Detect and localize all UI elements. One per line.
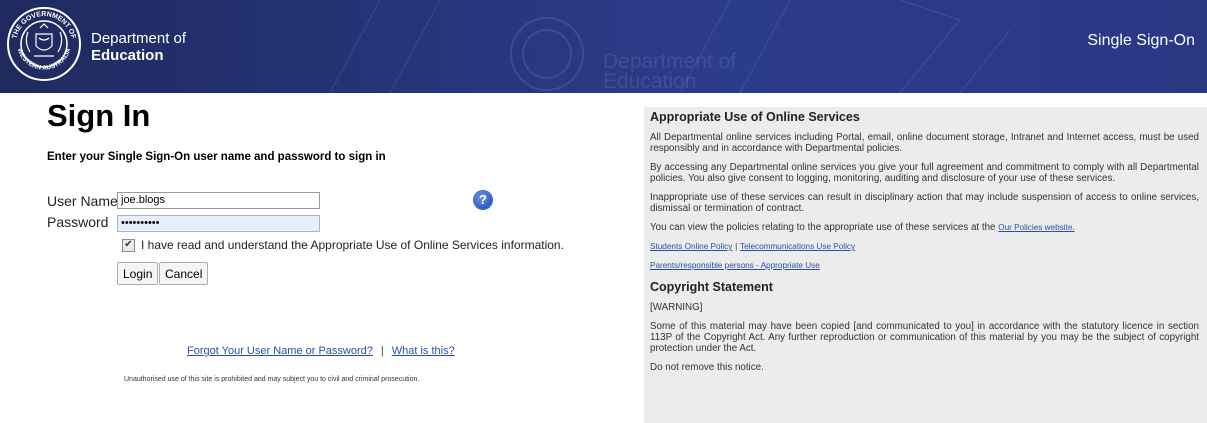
cancel-button[interactable]: Cancel [159,262,209,285]
header-watermark-text: Department of Education [603,50,737,93]
students-online-policy-link[interactable]: Students Online Policy [650,242,732,251]
parents-appropriate-use-link[interactable]: Parents/responsible persons - Appropriat… [650,261,820,270]
do-not-remove-notice: Do not remove this notice. [650,362,764,373]
policy-heading: Appropriate Use of Online Services [650,110,860,124]
svg-text:WESTERN AUSTRALIA: WESTERN AUSTRALIA [16,47,73,72]
what-is-this-link[interactable]: What is this? [392,345,455,357]
copyright-warning: [WARNING] [650,302,703,313]
watermark-crest-icon [510,17,584,91]
department-name-line2: Education [91,47,164,64]
our-policies-link[interactable]: Our Policies website. [998,223,1074,232]
parents-link-row: Parents/responsible persons - Appropriat… [650,260,1199,271]
policy-paragraph-3: Inappropriate use of these services can … [650,192,1199,214]
site-header: Department of Education THE GOVERNMENT O… [0,0,1207,93]
login-button[interactable]: Login [117,262,159,285]
link-separator: | [380,345,384,357]
legal-notice: Unauthorised use of this site is prohibi… [124,376,420,383]
page-title: Sign In [47,98,151,133]
copyright-text: Some of this material may have been copi… [650,321,1199,354]
username-field[interactable] [117,192,320,209]
forgot-credentials-link[interactable]: Forgot Your User Name or Password? [187,345,373,357]
policy-paragraph-2: By accessing any Departmental online ser… [650,162,1199,184]
policy-paragraph-4: You can view the policies relating to th… [650,222,1075,233]
policy-paragraph-1: All Departmental online services includi… [650,132,1199,154]
wa-government-crest-icon: THE GOVERNMENT OF WESTERN AUSTRALIA [7,7,81,81]
app-name: Single Sign-On [1087,32,1195,49]
help-links: Forgot Your User Name or Password? | What … [187,345,455,357]
policy-panel: Appropriate Use of Online Services All D… [644,107,1207,423]
agree-checkbox-label[interactable]: I have read and understand the Appropria… [141,238,564,252]
password-label: Password [47,214,109,230]
telecommunications-policy-link[interactable]: Telecommunications Use Policy [740,242,855,251]
password-field[interactable] [117,215,320,232]
policy-link-separator: | [735,242,738,251]
policy-links-row: Students Online Policy | Telecommunicati… [650,241,1199,252]
username-label: User Name [47,193,118,209]
signin-instructions: Enter your Single Sign-On user name and … [47,151,386,163]
department-name: Department of Education [91,30,186,64]
help-icon[interactable]: ? [474,191,492,209]
agree-checkbox[interactable]: ✔ [122,239,135,252]
copyright-heading: Copyright Statement [650,280,773,294]
department-name-line1: Department of [91,30,187,47]
